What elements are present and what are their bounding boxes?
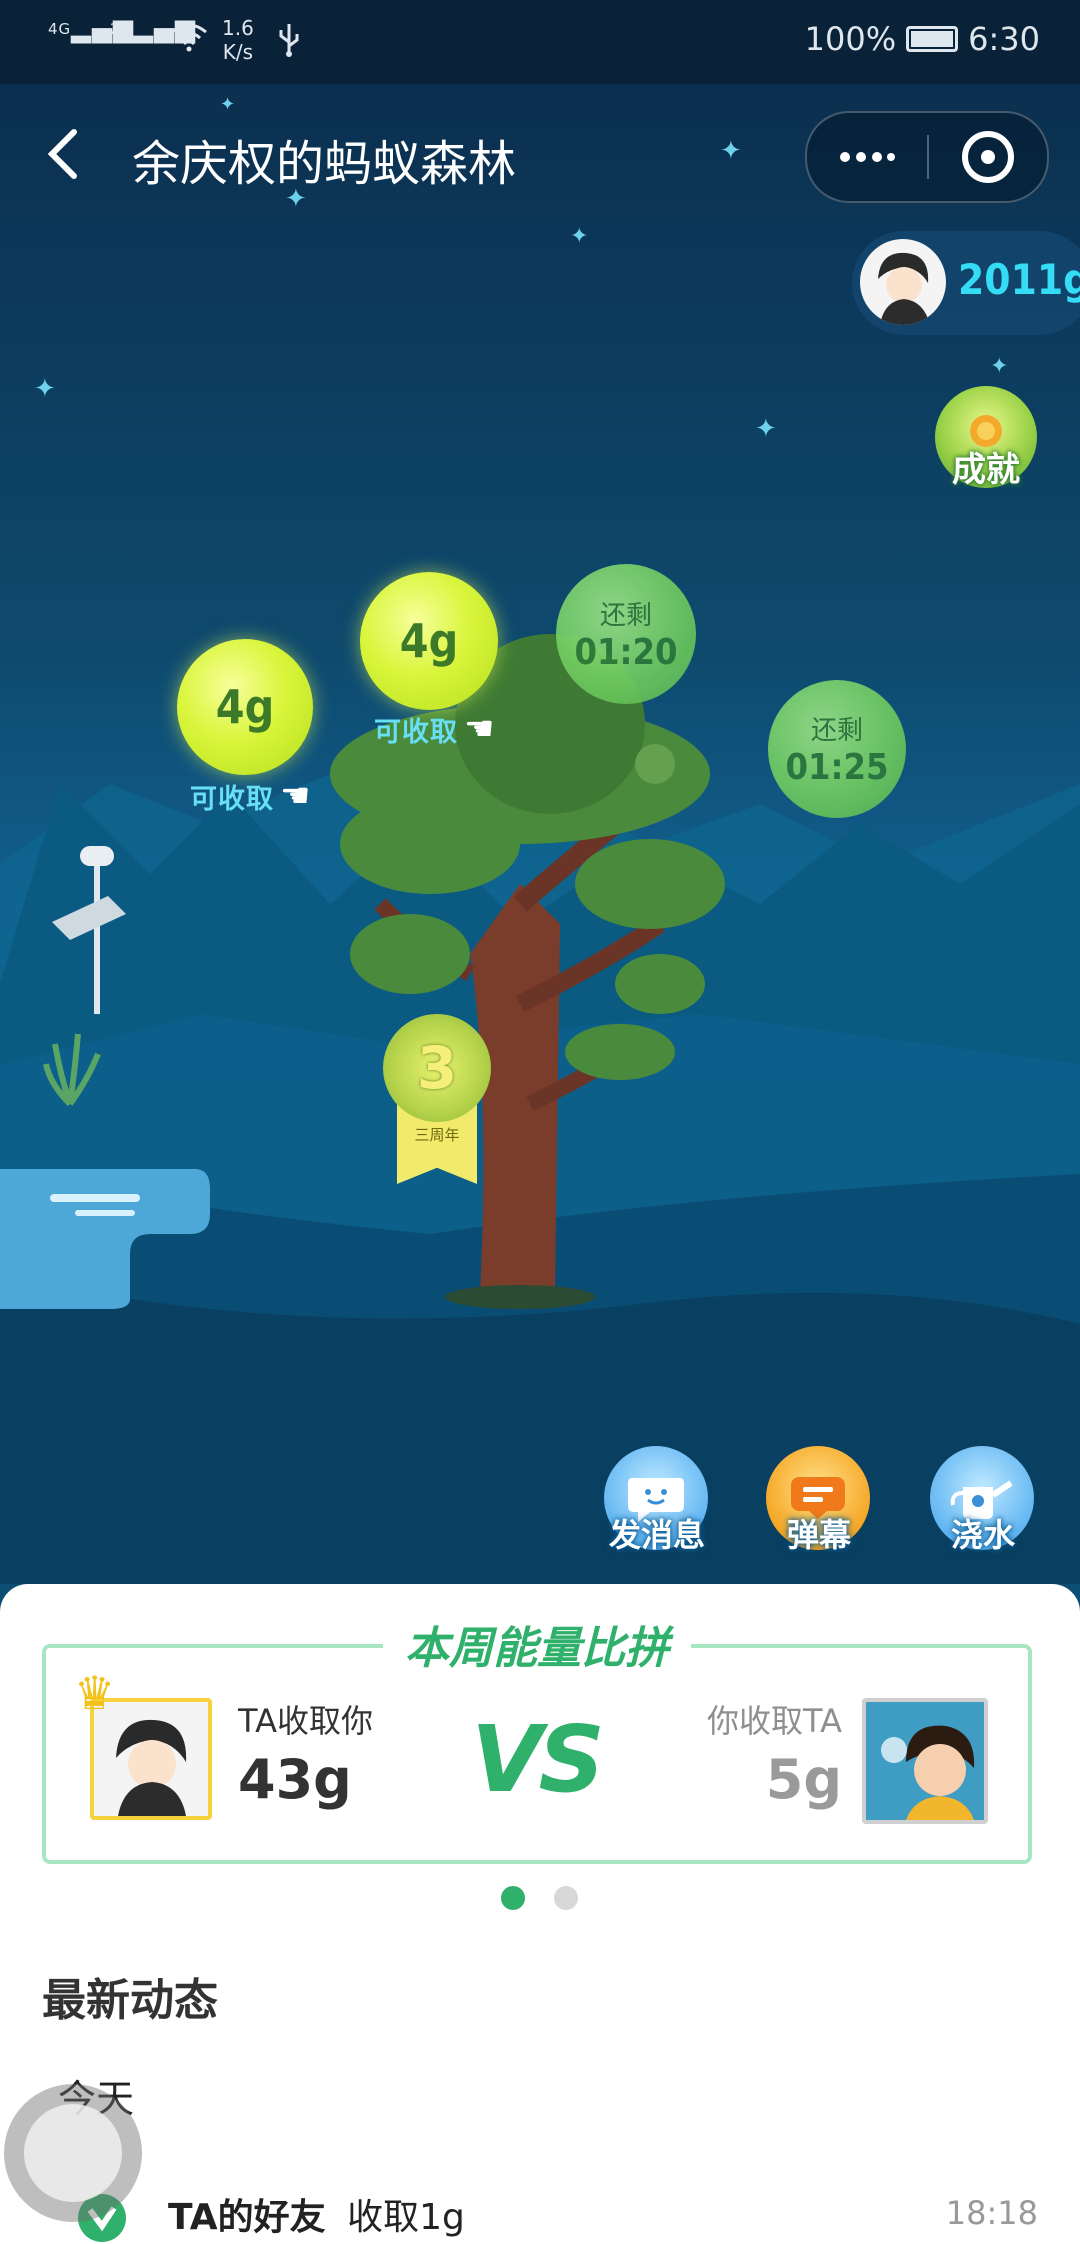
feed-text: TA的好友 收取1g: [168, 2188, 465, 2240]
barrage-button[interactable]: 弹幕: [766, 1446, 872, 1576]
close-circle-icon: [962, 131, 1014, 183]
energy-ball-ripe[interactable]: 4g: [360, 572, 498, 710]
wifi-icon: [170, 22, 208, 60]
achievement-label: 成就: [952, 450, 1020, 490]
action-label: 弹幕: [786, 1516, 851, 1554]
capsule-menu: [805, 111, 1049, 203]
net-speed: 1.6 K/s: [222, 16, 254, 64]
my-avatar[interactable]: [862, 1698, 988, 1824]
hand-pointer-icon: ☚: [464, 709, 495, 749]
collect-label: 可收取: [374, 716, 458, 748]
more-button[interactable]: [807, 150, 927, 164]
assistive-touch-button[interactable]: [4, 2084, 142, 2222]
pk-left-value: 43g: [238, 1748, 352, 1811]
medal-number: 3: [416, 1034, 458, 1102]
countdown: 01:20: [574, 632, 678, 673]
vs-mark: VS: [471, 1706, 604, 1813]
battery-icon: [906, 26, 959, 52]
clock: 6:30: [968, 20, 1040, 58]
pk-title: 本周能量比拼: [383, 1623, 691, 1674]
medal-icon: 3: [383, 1014, 491, 1122]
hand-pointer-icon: ☚: [280, 776, 311, 816]
energy-ball-growing[interactable]: 还剩 01:20: [556, 564, 696, 704]
pk-right-value: 5g: [765, 1748, 842, 1811]
countdown: 01:25: [785, 747, 889, 788]
feed-item[interactable]: TA的好友 收取1g 18:18: [0, 2170, 1080, 2244]
feed-title: 最新动态: [42, 1975, 218, 2026]
collect-hint: 可收取 ☚: [190, 776, 310, 816]
more-dots-icon: [840, 152, 895, 162]
send-message-button[interactable]: 发消息: [604, 1446, 710, 1576]
forest-scene: ✦ ✦ ✦ ✦ ✦ ✦ ✦ 余庆权的蚂蚁森林 2011g 成就 4g 可收取 ☚…: [0, 84, 1080, 1584]
collect-label: 可收取: [190, 783, 274, 815]
collect-hint: 可收取 ☚: [374, 709, 494, 749]
weekly-energy-pk-card[interactable]: 本周能量比拼 ♛ TA收取你 43g VS 你收取TA 5g: [42, 1623, 1032, 1864]
energy-amount: 4g: [215, 680, 275, 734]
feed-actor: TA的好友: [168, 2197, 326, 2238]
energy-ball-ripe[interactable]: 4g: [177, 639, 313, 775]
pk-title-wrap: 本周能量比拼: [46, 1612, 1028, 1676]
battery-percent: 100%: [804, 20, 897, 58]
action-label: 发消息: [608, 1516, 705, 1554]
page-title: 余庆权的蚂蚁森林: [132, 136, 517, 192]
status-bar: 4G▂▄▆ 2G▂▄▆ 1.6 K/s 100% 6:30: [0, 0, 1080, 84]
user-energy-badge[interactable]: 2011g: [852, 231, 1080, 335]
crown-icon: ♛: [74, 1666, 116, 1720]
pager-dot[interactable]: [554, 1886, 578, 1910]
action-label: 浇水: [950, 1516, 1015, 1554]
pager-dot-active[interactable]: [501, 1886, 525, 1910]
anniversary-medal[interactable]: 三周年 3: [383, 1014, 493, 1184]
energy-total: 2011g: [958, 255, 1080, 304]
feed-action: 收取1g: [347, 2197, 465, 2238]
pk-right-label: 你收取TA: [707, 1702, 842, 1740]
achievement-button[interactable]: 成就: [933, 386, 1039, 496]
energy-amount: 4g: [399, 614, 459, 668]
avatar: [860, 239, 946, 325]
energy-ball-growing[interactable]: 还剩 01:25: [768, 680, 906, 818]
pk-left-label: TA收取你: [238, 1702, 373, 1740]
water-button[interactable]: 浇水: [930, 1446, 1036, 1576]
usb-icon: [278, 22, 300, 62]
feed-time: 18:18: [945, 2194, 1038, 2232]
remaining-label: 还剩: [599, 601, 652, 631]
status-right: 100% 6:30: [805, 20, 1040, 58]
close-button[interactable]: [929, 128, 1047, 186]
back-button[interactable]: [42, 124, 86, 188]
remaining-label: 还剩: [810, 716, 863, 746]
